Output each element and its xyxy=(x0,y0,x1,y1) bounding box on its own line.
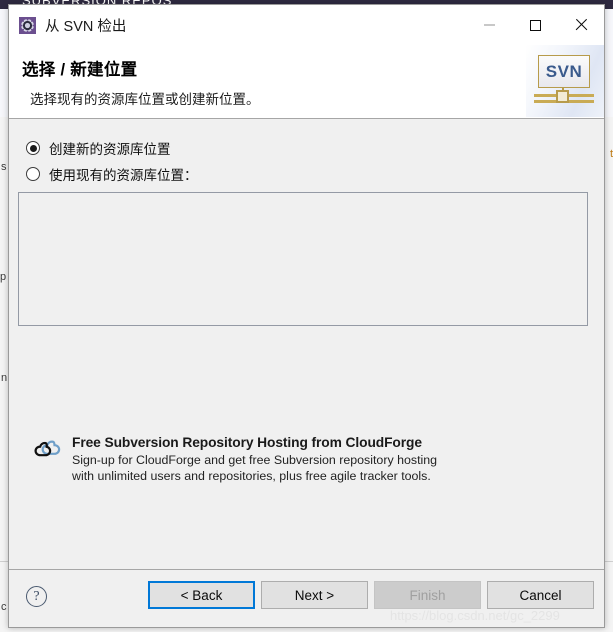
svn-banner-logo: SVN xyxy=(526,45,604,117)
radio-use-existing-location-label: 使用现有的资源库位置： xyxy=(49,168,198,183)
maximize-button[interactable] xyxy=(512,5,558,45)
existing-locations-listbox[interactable] xyxy=(18,192,588,326)
dialog-body: 创建新的资源库位置 使用现有的资源库位置： Free Subversion Re… xyxy=(9,119,604,569)
background-text-fragment: p xyxy=(0,271,7,283)
cancel-button[interactable]: Cancel xyxy=(487,581,594,609)
radio-create-new-location-label: 创建新的资源库位置 xyxy=(49,142,171,157)
next-button[interactable]: Next > xyxy=(261,581,368,609)
radio-use-existing-location[interactable]: 使用现有的资源库位置： xyxy=(26,164,198,184)
minimize-icon xyxy=(483,24,495,26)
close-button[interactable] xyxy=(558,5,604,45)
radio-create-new-location[interactable]: 创建新的资源库位置 xyxy=(26,138,171,158)
back-button[interactable]: < Back xyxy=(148,581,255,609)
cloudforge-promo-line1: Sign-up for CloudForge and get free Subv… xyxy=(72,453,438,467)
radio-indicator-selected xyxy=(26,141,40,155)
cloudforge-cloud-icon xyxy=(34,438,64,462)
background-text-fragment: c xyxy=(1,601,7,613)
dialog-button-row: < Back Next > Finish Cancel xyxy=(148,581,594,609)
finish-button: Finish xyxy=(374,581,481,609)
svn-logo-text: SVN xyxy=(545,61,583,81)
help-icon-button[interactable]: ? xyxy=(26,586,47,607)
cloudforge-promo-title: Free Subversion Repository Hosting from … xyxy=(72,435,422,450)
close-icon xyxy=(574,18,588,32)
page-description: 选择现有的资源库位置或创建新位置。 xyxy=(30,92,260,107)
page-title: 选择 / 新建位置 xyxy=(22,61,138,79)
cloudforge-promo-text: Free Subversion Repository Hosting from … xyxy=(72,435,437,484)
checkout-from-svn-dialog: 从 SVN 检出 选择 / 新建位置 选择现有的资源库位置或创建新位置。 SVN xyxy=(8,4,605,628)
radio-indicator-unselected xyxy=(26,167,40,181)
cloudforge-promo-line2: with unlimited users and repositories, p… xyxy=(72,469,431,483)
dialog-titlebar: 从 SVN 检出 xyxy=(9,5,604,45)
cloudforge-promo: Free Subversion Repository Hosting from … xyxy=(34,435,579,484)
dialog-title: 从 SVN 检出 xyxy=(45,18,127,35)
maximize-icon xyxy=(529,19,541,31)
background-text-fragment: n xyxy=(1,372,8,384)
background-text-fragment: s xyxy=(1,161,7,173)
window-controls xyxy=(466,5,604,45)
svn-logo-box: SVN xyxy=(538,55,590,88)
dialog-footer: ? < Back Next > Finish Cancel xyxy=(9,569,604,627)
minimize-button[interactable] xyxy=(466,5,512,45)
svn-gear-icon xyxy=(19,16,36,34)
dialog-header: 选择 / 新建位置 选择现有的资源库位置或创建新位置。 SVN xyxy=(9,45,604,119)
svn-logo-knob xyxy=(556,90,569,103)
